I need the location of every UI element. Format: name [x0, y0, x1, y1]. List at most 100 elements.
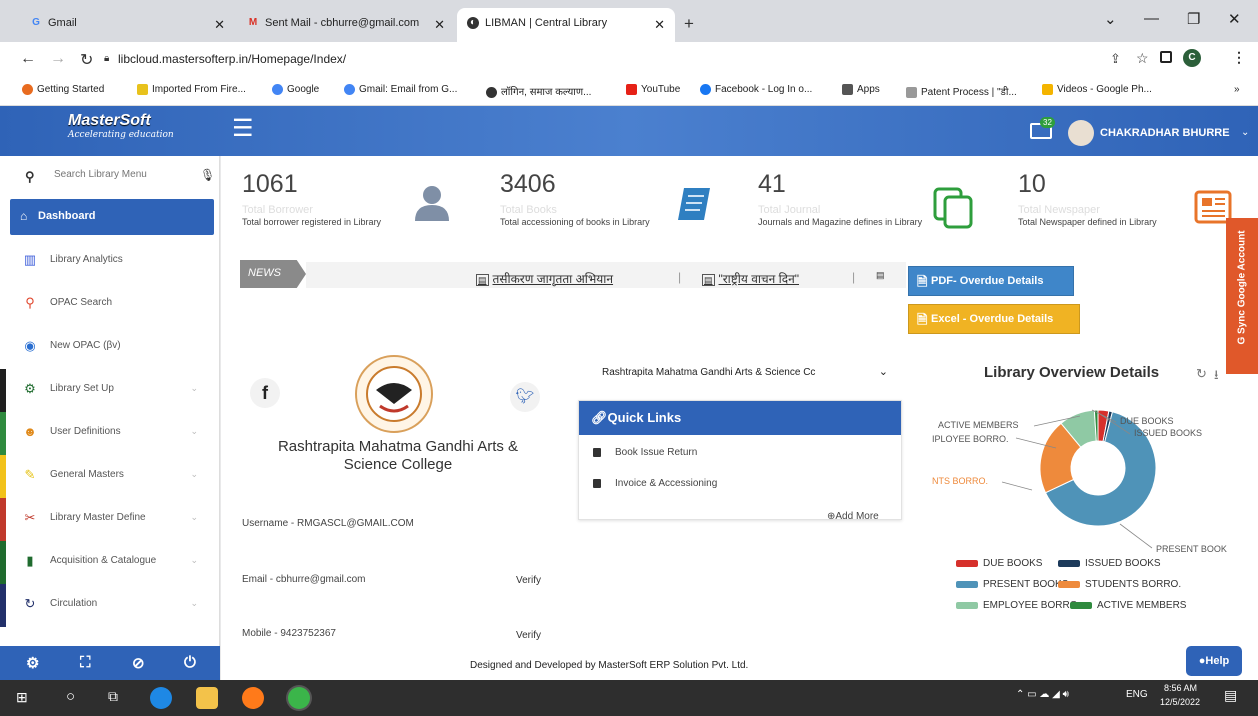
sidebar-item-library-set-up[interactable]: ⚙ Library Set Up ⌄ — [0, 369, 220, 412]
extension-icon[interactable] — [1160, 51, 1172, 63]
bookmark-item[interactable]: Google — [272, 84, 319, 95]
tray-language[interactable]: ENG — [1126, 689, 1148, 700]
close-tab-icon[interactable]: ✕ — [654, 17, 665, 33]
sidebar-item-general-masters[interactable]: ✎ General Masters ⌄ — [0, 455, 220, 498]
sidebar-search[interactable]: ⚲ 🎙︎ — [10, 164, 215, 192]
pdf-overdue-button[interactable]: 🗎︎ PDF- Overdue Details — [908, 266, 1074, 296]
mastersoft-logo[interactable]: MasterSoft Accelerating education — [40, 112, 200, 150]
bookmark-item[interactable]: Apps — [842, 84, 880, 95]
legend-item[interactable]: ACTIVE MEMBERS — [1070, 600, 1186, 611]
verify-email-link[interactable]: Verify — [516, 575, 541, 586]
user-menu-chevron-icon[interactable]: ⌄ — [1241, 127, 1249, 138]
profile-avatar[interactable]: C — [1183, 49, 1201, 67]
book-icon — [593, 478, 601, 488]
star-icon[interactable]: ☆ — [1136, 50, 1149, 67]
slice-label: IPLOYEE BORRO. — [932, 434, 1009, 444]
slice-label-leader — [1119, 523, 1153, 549]
power-icon[interactable]: ⏻ — [184, 654, 196, 671]
sidebar-item-library-analytics[interactable]: ▥ Library Analytics — [0, 240, 220, 283]
url-field[interactable]: libcloud.mastersofterp.in/Homepage/Index… — [118, 52, 346, 66]
verify-mobile-link[interactable]: Verify — [516, 630, 541, 641]
notification-icon[interactable]: ▤ — [1224, 687, 1237, 704]
fullscreen-icon[interactable]: ⛶ — [80, 654, 91, 671]
bookmark-item[interactable]: Videos - Google Ph... — [1042, 84, 1152, 95]
bookmark-item[interactable]: लॉगिन, समाज कल्याण... — [486, 84, 591, 98]
user-name[interactable]: CHAKRADHAR BHURRE — [1100, 127, 1230, 139]
excel-icon: 🗎︎ — [917, 312, 928, 327]
minimize-icon[interactable]: — — [1144, 10, 1159, 27]
news-item[interactable]: ▤ तसीकरण जागृतता अभियान — [476, 270, 613, 287]
excel-overdue-button[interactable]: 🗎︎ Excel - Overdue Details — [908, 304, 1080, 334]
slice-label: NTS BORRO. — [932, 476, 988, 486]
windows-start-icon[interactable]: ⊞ — [16, 689, 28, 706]
lock-screen-icon[interactable]: ⊘ — [132, 654, 145, 672]
legend-item[interactable]: PRESENT BOOKS — [956, 579, 1068, 590]
news-item[interactable]: ▤ "राष्ट्रीय वाचन दिन" — [702, 270, 799, 287]
tab-libman[interactable]: ◐ LIBMAN | Central Library ✕ — [457, 8, 675, 42]
close-tab-icon[interactable]: ✕ — [214, 17, 225, 33]
twitter-icon[interactable]: 🐦︎ — [510, 382, 540, 412]
chevron-down-icon[interactable]: ⌄ — [1104, 10, 1117, 28]
gmail-icon: M — [248, 17, 258, 29]
file-explorer-icon[interactable] — [196, 687, 218, 709]
quick-link-book-issue[interactable]: Book Issue Return — [593, 447, 697, 458]
legend-swatch — [1058, 580, 1080, 588]
google-icon: G — [1236, 333, 1248, 345]
restore-icon[interactable]: ❐ — [1187, 10, 1200, 28]
legend-item[interactable]: DUE BOOKS — [956, 558, 1042, 569]
edge-icon[interactable] — [150, 687, 172, 709]
bookmark-item[interactable]: Imported From Fire... — [137, 84, 246, 95]
address-bar-row: ← → ↻ 🔒︎ libcloud.mastersofterp.in/Homep… — [0, 42, 1258, 76]
search-icon: ⚲ — [25, 295, 35, 310]
firefox-icon[interactable] — [242, 687, 264, 709]
forward-icon[interactable]: → — [50, 50, 66, 68]
task-view-icon[interactable]: ⧉ — [108, 688, 118, 705]
book-icon — [674, 184, 714, 227]
facebook-icon[interactable]: f — [250, 378, 280, 408]
sync-google-account-tab[interactable]: G Sync Google Account — [1226, 218, 1258, 374]
bookmarks-overflow[interactable]: » — [1234, 84, 1240, 95]
chrome-icon[interactable] — [288, 687, 310, 709]
back-icon[interactable]: ← — [20, 50, 36, 68]
add-more-link[interactable]: ⊕Add More — [827, 511, 879, 522]
sidebar-item-opac-search[interactable]: ⚲ OPAC Search — [0, 283, 220, 326]
avatar[interactable] — [1068, 120, 1094, 146]
tray-icons[interactable]: ⌃ ▭ ☁ ◢ 🔊︎ — [1016, 689, 1069, 700]
close-tab-icon[interactable]: ✕ — [434, 17, 445, 33]
legend-item[interactable]: EMPLOYEE BORRO. — [956, 600, 1080, 611]
settings-icon[interactable]: ⚙ — [26, 654, 39, 672]
refresh-icon[interactable]: ↻ — [1196, 366, 1207, 382]
hamburger-icon[interactable]: ☰ — [232, 117, 254, 141]
bookmark-item[interactable]: Gmail: Email from G... — [344, 84, 457, 95]
legend-item[interactable]: STUDENTS BORRO. — [1058, 579, 1181, 590]
help-button[interactable]: ●Help — [1186, 646, 1242, 676]
tray-time[interactable]: 8:56 AM — [1164, 683, 1197, 693]
copy-icon — [932, 186, 974, 233]
legend-item[interactable]: ISSUED BOOKS — [1058, 558, 1161, 569]
bookmark-item[interactable]: Patent Process | "डी... — [906, 84, 1017, 98]
sidebar-item-acquisition-catalogue[interactable]: ▮ Acquisition & Catalogue ⌄ — [0, 541, 220, 584]
quick-link-invoice[interactable]: Invoice & Accessioning — [593, 478, 717, 489]
reload-icon[interactable]: ↻ — [80, 50, 93, 70]
sidebar-item-circulation[interactable]: ↻ Circulation ⌄ — [0, 584, 220, 627]
more-menu-icon[interactable]: ⋮ — [1232, 49, 1246, 66]
sidebar-item-user-definitions[interactable]: ☻ User Definitions ⌄ — [0, 412, 220, 455]
tray-date[interactable]: 12/5/2022 — [1160, 697, 1200, 707]
bookmark-item[interactable]: Getting Started — [22, 84, 104, 95]
stat-card-borrower: 1061 Total Borrower Total borrower regis… — [242, 170, 381, 227]
sidebar-item-new-opac-v[interactable]: ◉ New OPAC (βv) — [0, 326, 220, 369]
share-icon[interactable]: ⇪ — [1110, 51, 1121, 67]
sidebar-item-library-master-define[interactable]: ✂ Library Master Define ⌄ — [0, 498, 220, 541]
new-tab-button[interactable]: + — [684, 14, 694, 34]
college-select[interactable]: Rashtrapita Mahatma Gandhi Arts & Scienc… — [596, 360, 894, 386]
bookmark-item[interactable]: Facebook - Log In o... — [700, 84, 812, 95]
menu-search-input[interactable] — [54, 169, 184, 180]
sidebar-item-dashboard[interactable]: ⌂ Dashboard — [10, 199, 214, 235]
close-window-icon[interactable]: ✕ — [1228, 10, 1241, 28]
tab-gmail[interactable]: G Gmail ✕ — [20, 8, 235, 42]
download-icon[interactable]: ⭳ — [1214, 366, 1219, 388]
search-icon[interactable]: ○ — [66, 688, 75, 705]
bookmark-item[interactable]: YouTube — [626, 84, 680, 95]
tab-sent-mail[interactable]: M Sent Mail - cbhurre@gmail.com ✕ — [237, 8, 455, 42]
mic-icon[interactable]: 🎙︎ — [200, 168, 215, 182]
